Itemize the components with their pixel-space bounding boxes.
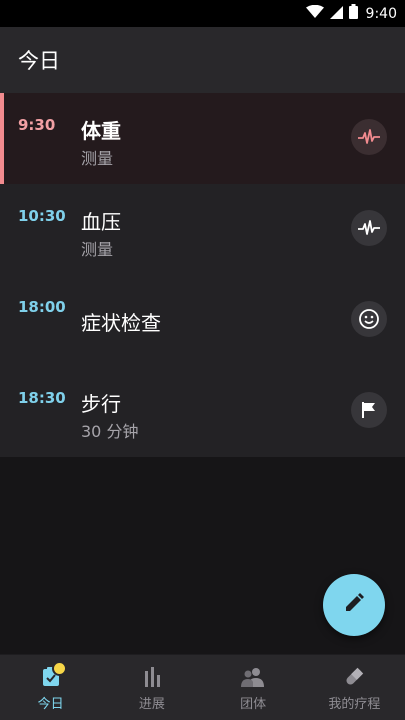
active-indicator xyxy=(0,93,4,184)
nav-today[interactable]: 今日 xyxy=(0,655,101,720)
schedule-item-blood-pressure[interactable]: 10:30 血压 测量 xyxy=(0,184,405,275)
page-title: 今日 xyxy=(18,49,60,73)
today-checklist-icon xyxy=(38,661,67,689)
schedule-title: 血压 xyxy=(81,210,121,234)
nav-label: 进展 xyxy=(138,697,165,712)
notification-badge xyxy=(51,661,67,676)
nav-my-treatment[interactable]: 我的疗程 xyxy=(304,655,405,720)
bar-chart-icon xyxy=(139,665,165,689)
schedule-time: 10:30 xyxy=(18,207,66,225)
schedule-subtitle: 30 分钟 xyxy=(81,422,139,441)
schedule-item-walk[interactable]: 18:30 步行 30 分钟 xyxy=(0,366,405,457)
schedule-time: 18:00 xyxy=(18,298,66,316)
status-bar: 9:40 xyxy=(0,0,405,27)
pill-icon xyxy=(341,665,367,689)
schedule-subtitle: 测量 xyxy=(81,149,114,168)
schedule-title: 症状检查 xyxy=(81,311,161,335)
schedule-title: 体重 xyxy=(81,119,121,143)
nav-group[interactable]: 团体 xyxy=(203,655,304,720)
nav-label: 我的疗程 xyxy=(328,697,381,712)
app-bar: 今日 xyxy=(0,27,405,93)
heart-rate-icon[interactable] xyxy=(351,119,387,155)
pulse-icon[interactable] xyxy=(351,210,387,246)
smiley-icon[interactable] xyxy=(351,301,387,337)
nav-label: 团体 xyxy=(240,697,267,712)
bottom-nav: 今日 进展 团体 我的疗程 xyxy=(0,654,405,720)
wifi-icon xyxy=(305,4,324,23)
group-icon xyxy=(240,665,266,689)
cell-signal-icon xyxy=(329,4,343,23)
schedule-title: 步行 xyxy=(81,392,121,416)
flag-icon[interactable] xyxy=(351,392,387,428)
schedule-item-weight[interactable]: 9:30 体重 测量 xyxy=(0,93,405,184)
schedule-subtitle: 测量 xyxy=(81,240,114,259)
schedule-time: 9:30 xyxy=(18,116,56,134)
schedule-item-symptom-check[interactable]: 18:00 症状检查 xyxy=(0,275,405,366)
battery-icon xyxy=(348,4,358,23)
edit-fab-button[interactable] xyxy=(323,574,385,636)
nav-label: 今日 xyxy=(37,697,64,712)
schedule-time: 18:30 xyxy=(18,389,66,407)
status-time: 9:40 xyxy=(365,5,397,22)
schedule-list: 9:30 体重 测量 10:30 血压 测量 18:00 症状检查 18:30 … xyxy=(0,93,405,457)
pencil-icon xyxy=(344,593,364,617)
nav-progress[interactable]: 进展 xyxy=(101,655,202,720)
